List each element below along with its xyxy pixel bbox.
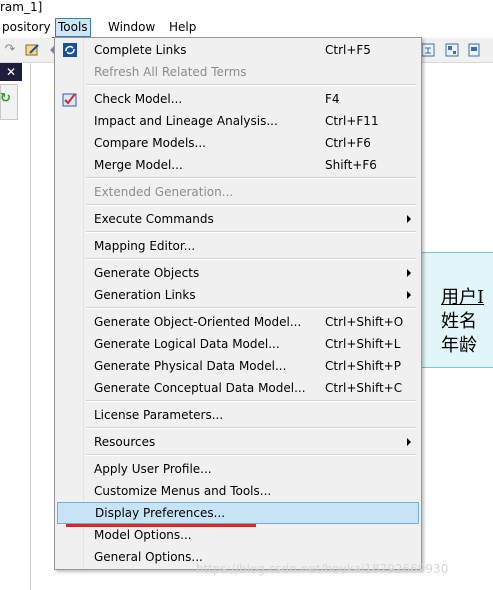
menu-item-label: Check Model... bbox=[94, 92, 183, 106]
menu-item-merge-model[interactable]: Merge Model... Shift+F6 bbox=[57, 154, 417, 176]
menu-item-label: General Options... bbox=[94, 550, 203, 564]
redo-icon[interactable]: ↷ bbox=[2, 42, 18, 58]
menu-item-check-model[interactable]: Check Model... F4 bbox=[57, 88, 417, 110]
menu-item-model-options[interactable]: Model Options... bbox=[57, 524, 417, 546]
menu-item-generate-ldm[interactable]: Generate Logical Data Model... Ctrl+Shif… bbox=[57, 333, 417, 355]
toolbar-tree-icon[interactable] bbox=[420, 42, 436, 58]
menu-item-label: Mapping Editor... bbox=[94, 239, 196, 253]
menu-item-label: Merge Model... bbox=[94, 158, 183, 172]
toolbar-page-icon[interactable] bbox=[466, 42, 482, 58]
menu-separator bbox=[86, 307, 416, 309]
menu-item-label: Apply User Profile... bbox=[94, 462, 212, 476]
menu-item-extended-generation: Extended Generation... bbox=[57, 181, 417, 203]
menu-item-label: Impact and Lineage Analysis... bbox=[94, 114, 278, 128]
menu-item-shortcut: Shift+F6 bbox=[325, 158, 377, 172]
menu-item-mapping-editor[interactable]: Mapping Editor... bbox=[57, 235, 417, 257]
menu-item-shortcut: Ctrl+Shift+L bbox=[325, 337, 401, 351]
menu-item-generate-oom[interactable]: Generate Object-Oriented Model... Ctrl+S… bbox=[57, 311, 417, 333]
submenu-arrow-icon bbox=[407, 215, 411, 223]
menu-item-label: Complete Links bbox=[94, 43, 187, 57]
menu-item-label: Customize Menus and Tools... bbox=[94, 484, 272, 498]
menu-item-label: Compare Models... bbox=[94, 136, 206, 150]
tools-menu: Complete Links Ctrl+F5 Refresh All Relat… bbox=[54, 37, 422, 570]
menu-item-execute-commands[interactable]: Execute Commands bbox=[57, 208, 417, 230]
toolbar-edit-icon[interactable] bbox=[24, 42, 40, 58]
menu-item-label: Execute Commands bbox=[94, 212, 214, 226]
menu-item-shortcut: Ctrl+F11 bbox=[325, 114, 379, 128]
menu-item-generate-pdm[interactable]: Generate Physical Data Model... Ctrl+Shi… bbox=[57, 355, 417, 377]
menu-window[interactable]: Window bbox=[106, 18, 157, 36]
menu-item-customize-menus[interactable]: Customize Menus and Tools... bbox=[57, 480, 417, 502]
submenu-arrow-icon bbox=[407, 291, 411, 299]
menu-item-generate-objects[interactable]: Generate Objects bbox=[57, 262, 417, 284]
toolbar-layout-icon[interactable] bbox=[444, 42, 460, 58]
entity-row-age: 年龄 bbox=[441, 335, 477, 356]
menu-repository[interactable]: pository bbox=[0, 18, 53, 36]
menu-item-label: Display Preferences... bbox=[95, 506, 226, 520]
check-model-icon bbox=[62, 91, 78, 107]
menu-item-shortcut: F4 bbox=[325, 92, 340, 106]
menu-item-generation-links[interactable]: Generation Links bbox=[57, 284, 417, 306]
menu-item-refresh-related-terms: Refresh All Related Terms bbox=[57, 61, 417, 83]
browser-pane[interactable] bbox=[0, 63, 31, 590]
menu-item-label: Model Options... bbox=[94, 528, 192, 542]
menu-item-label: License Parameters... bbox=[94, 408, 224, 422]
menu-item-license-parameters[interactable]: License Parameters... bbox=[57, 404, 417, 426]
menu-item-resources[interactable]: Resources bbox=[57, 431, 417, 453]
menu-item-label: Generate Conceptual Data Model... bbox=[94, 381, 306, 395]
entity-row-id: 用户I bbox=[441, 287, 485, 308]
menu-item-complete-links[interactable]: Complete Links Ctrl+F5 bbox=[57, 39, 417, 61]
menu-item-shortcut: Ctrl+Shift+P bbox=[325, 359, 401, 373]
menu-separator bbox=[86, 400, 416, 402]
menu-item-label: Generate Logical Data Model... bbox=[94, 337, 280, 351]
close-icon[interactable]: ✕ bbox=[0, 63, 22, 81]
complete-links-icon bbox=[62, 42, 78, 58]
annotation-underline-display-preferences bbox=[66, 524, 256, 527]
menu-tools[interactable]: Tools bbox=[55, 18, 91, 37]
menu-item-label: Generate Physical Data Model... bbox=[94, 359, 287, 373]
menu-help[interactable]: Help bbox=[167, 18, 198, 36]
entity-box[interactable]: t 用户I o 姓名 o 年龄 bbox=[415, 252, 493, 368]
entity-row-name: 姓名 bbox=[441, 311, 477, 332]
menu-separator bbox=[86, 204, 416, 206]
refresh-icon[interactable]: ↻ bbox=[0, 92, 14, 106]
menu-bar: pository Tools Window Help bbox=[0, 18, 493, 38]
menu-item-label: Generate Object-Oriented Model... bbox=[94, 315, 302, 329]
menu-item-compare-models[interactable]: Compare Models... Ctrl+F6 bbox=[57, 132, 417, 154]
menu-separator bbox=[86, 427, 416, 429]
menu-item-label: Resources bbox=[94, 435, 156, 449]
menu-item-label: Generate Objects bbox=[94, 266, 200, 280]
menu-item-label: Generation Links bbox=[94, 288, 196, 302]
menu-item-apply-user-profile[interactable]: Apply User Profile... bbox=[57, 458, 417, 480]
menu-item-shortcut: Ctrl+Shift+C bbox=[325, 381, 403, 395]
menu-item-shortcut: Ctrl+F6 bbox=[325, 136, 371, 150]
menu-item-label: Extended Generation... bbox=[94, 185, 234, 199]
watermark: https://blog.csdn.net/houkai18792669930 bbox=[196, 562, 449, 576]
menu-separator bbox=[86, 258, 416, 260]
menu-separator bbox=[86, 231, 416, 233]
menu-item-generate-cdm[interactable]: Generate Conceptual Data Model... Ctrl+S… bbox=[57, 377, 417, 399]
menu-separator bbox=[86, 84, 416, 86]
submenu-arrow-icon bbox=[407, 269, 411, 277]
submenu-arrow-icon bbox=[407, 438, 411, 446]
window-title: ram_1] bbox=[0, 0, 493, 18]
menu-separator bbox=[86, 177, 416, 179]
menu-item-label: Refresh All Related Terms bbox=[94, 65, 247, 79]
menu-separator bbox=[86, 454, 416, 456]
menu-item-shortcut: Ctrl+F5 bbox=[325, 43, 371, 57]
menu-item-shortcut: Ctrl+Shift+O bbox=[325, 315, 404, 329]
menu-item-display-preferences[interactable]: Display Preferences... bbox=[57, 502, 419, 524]
menu-item-impact-lineage[interactable]: Impact and Lineage Analysis... Ctrl+F11 bbox=[57, 110, 417, 132]
